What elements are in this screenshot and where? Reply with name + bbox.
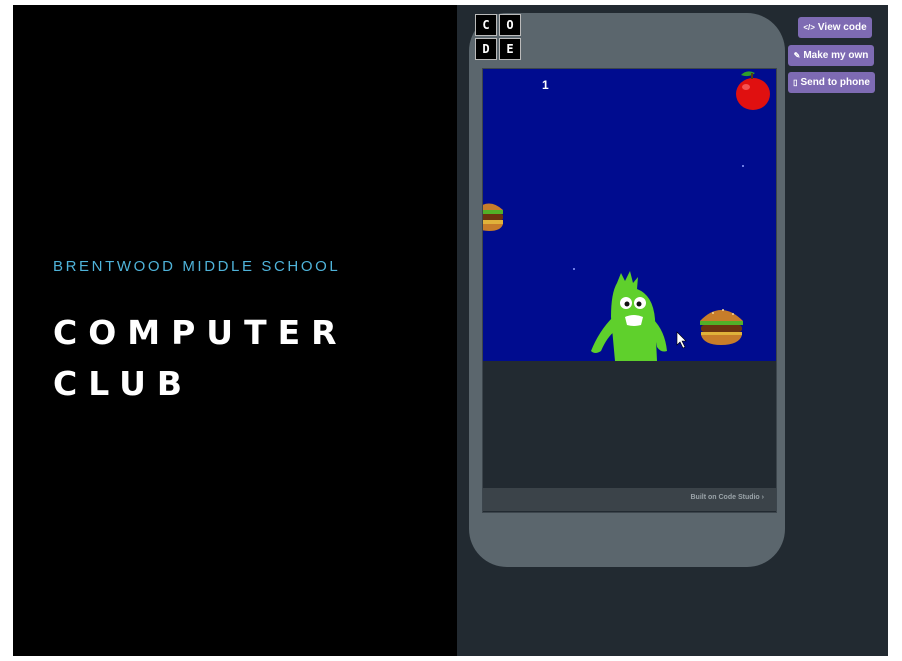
burger-sprite <box>483 203 503 231</box>
game-canvas[interactable]: 1 <box>483 69 776 361</box>
logo-letter-c: C <box>475 14 497 36</box>
logo-letter-e: E <box>499 38 521 60</box>
app-footer[interactable]: Built on Code Studio › <box>483 488 776 511</box>
view-code-label: View code <box>817 22 867 33</box>
star <box>742 165 744 167</box>
send-to-phone-button[interactable]: ▯ Send to phone <box>788 72 875 93</box>
built-on-code-studio-link[interactable]: Built on Code Studio › <box>691 494 765 501</box>
slide-title: COMPUTER CLUB <box>53 307 348 409</box>
cursor-icon <box>676 331 687 349</box>
slide-title-line1: COMPUTER <box>53 313 348 352</box>
make-my-own-label: Make my own <box>803 50 869 61</box>
burger-sprite <box>700 309 743 345</box>
star <box>573 268 575 270</box>
slide-panel: BRENTWOOD MIDDLE SCHOOL COMPUTER CLUB <box>13 5 457 656</box>
monster-character <box>591 271 667 361</box>
phone-icon: ▯ <box>793 78 798 87</box>
slide-subtitle: BRENTWOOD MIDDLE SCHOOL <box>53 258 341 275</box>
logo-letter-d: D <box>475 38 497 60</box>
edit-icon: ✎ <box>793 51 801 60</box>
game-scene <box>483 71 770 361</box>
logo-letter-o: O <box>499 14 521 36</box>
slide-title-line2: CLUB <box>53 364 194 403</box>
view-code-button[interactable]: </> View code <box>798 17 872 38</box>
code-icon: </> <box>803 23 815 32</box>
app-preview: C O D E 1 Built on Code Studio › </> Vie… <box>457 5 888 656</box>
code-org-logo[interactable]: C O D E <box>475 14 521 60</box>
app-screen: 1 Built on Code Studio › <box>482 68 777 513</box>
apple-sprite <box>736 71 770 110</box>
send-to-phone-label: Send to phone <box>800 77 870 88</box>
make-my-own-button[interactable]: ✎ Make my own <box>788 45 874 66</box>
